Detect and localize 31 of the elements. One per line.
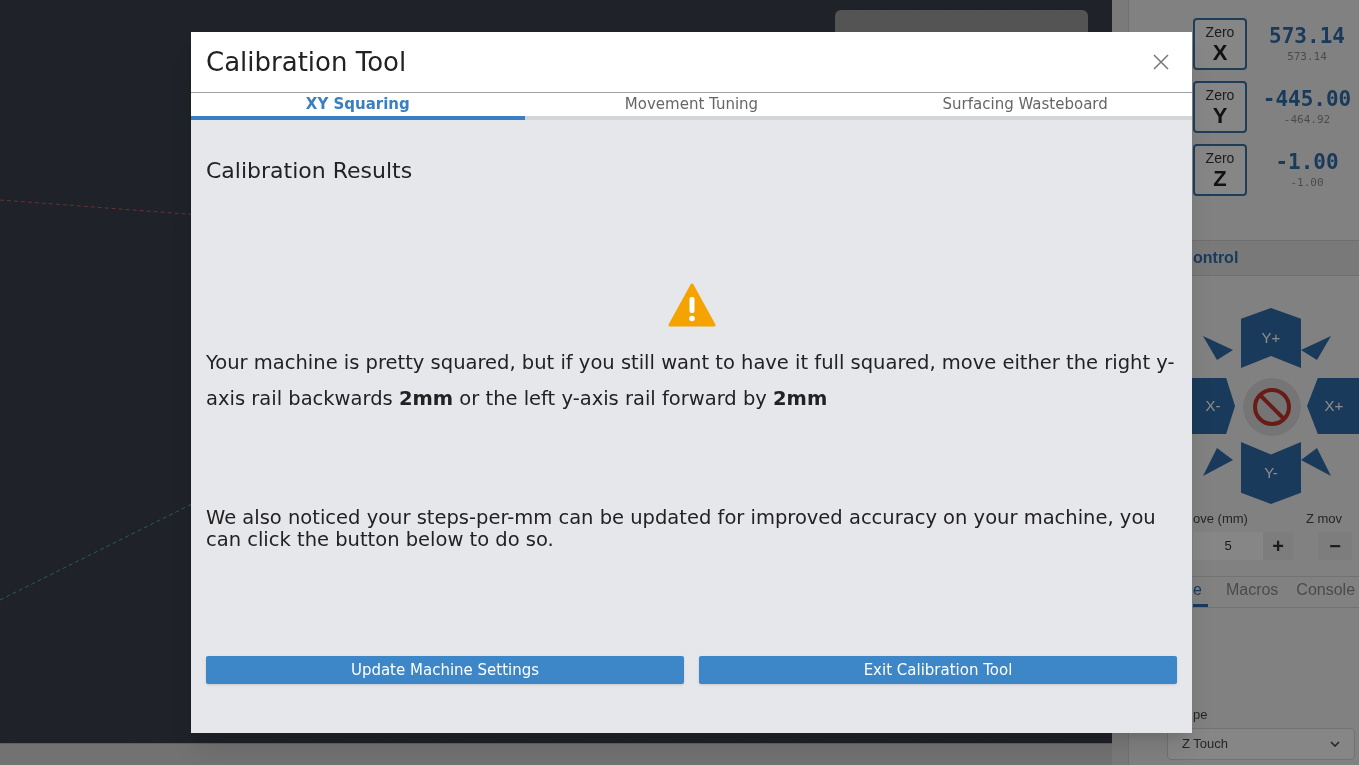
xy-step-field[interactable]: 5 (1193, 531, 1263, 560)
chevron-down-icon (1330, 741, 1340, 747)
zero-axis-button[interactable]: Zero Y (1193, 81, 1247, 133)
dialog-tab[interactable]: Movement Tuning (524, 93, 859, 120)
axis-position: 573.14 (1269, 22, 1345, 49)
dialog-tab[interactable]: Surfacing Wasteboard (858, 93, 1192, 120)
probe-label: pe (1192, 705, 1209, 724)
probe-select[interactable]: Z Touch (1167, 728, 1355, 760)
dialog-title: Calibration Tool (206, 45, 407, 79)
warning-icon (667, 283, 716, 327)
z-move-label: Z mov (1305, 510, 1342, 528)
stop-icon (1252, 387, 1292, 427)
jog-x-plus-button[interactable]: X+ (1307, 378, 1359, 434)
jog-x-minus-button[interactable]: X- (1191, 378, 1235, 434)
axis-position: -1.00 (1275, 148, 1339, 175)
increase-button[interactable]: + (1263, 531, 1293, 560)
axis-position: -445.00 (1262, 85, 1352, 112)
dialog-tab[interactable]: XY Squaring (191, 93, 525, 120)
results-heading: Calibration Results (206, 157, 414, 185)
decrease-button[interactable]: − (1318, 531, 1352, 560)
xy-move-label: ove (mm) (1193, 510, 1248, 528)
close-button[interactable] (1152, 53, 1170, 71)
action-button[interactable]: Update Machine Settings (206, 656, 684, 684)
section-title: ontrol (1193, 248, 1239, 268)
jog-y-plus-button[interactable]: Y+ (1241, 308, 1301, 368)
zero-axis-button[interactable]: Zero X (1193, 18, 1247, 70)
squaring-message: Your machine is pretty squared, but if you still want to have it full squared, move either the right y-axis rail backwards 2mm or the left y-axis rail forward by 2mm (206, 350, 1176, 412)
steps-note: We also noticed your steps-per-mm can be updated for improved accuracy on your machine, you can click the button below to do so. (206, 507, 1157, 551)
zero-axis-button[interactable]: Zero Z (1193, 144, 1247, 196)
jog-y-minus-button[interactable]: Y- (1241, 442, 1301, 504)
action-button[interactable]: Exit Calibration Tool (699, 656, 1177, 684)
